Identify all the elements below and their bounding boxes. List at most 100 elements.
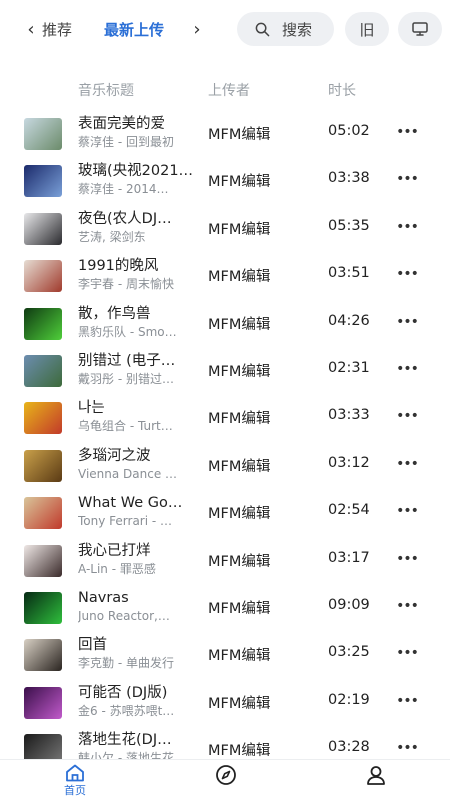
song-title: 表面完美的爱 [78, 116, 165, 132]
song-row[interactable]: 可能否 (DJ版) 金6 - 苏喂苏喂t… MFM编辑 02:19 ••• [0, 679, 450, 726]
album-cover [24, 165, 62, 198]
song-duration: 03:25 [328, 644, 370, 661]
album-cover [24, 402, 62, 435]
song-subtitle: Vienna Dance … [78, 466, 178, 481]
song-duration: 04:26 [328, 312, 370, 329]
search-button[interactable]: 搜索 [237, 12, 334, 46]
more-icon[interactable]: ••• [396, 406, 419, 426]
nav-home-label: 首页 [64, 784, 86, 797]
song-duration: 03:51 [328, 265, 370, 282]
song-title: Navras [78, 589, 129, 606]
search-icon [255, 22, 270, 36]
song-duration: 05:02 [328, 123, 370, 139]
song-row[interactable]: 夜色(农人DJ… 艺涛, 梁剑东 MFM编辑 05:35 ••• [0, 205, 450, 252]
song-uploader: MFM编辑 [208, 648, 271, 665]
column-header-duration: 时长 [328, 83, 356, 99]
nav-discover[interactable] [214, 764, 238, 786]
song-uploader: MFM编辑 [208, 600, 271, 617]
song-subtitle: 金6 - 苏喂苏喂t… [78, 703, 175, 718]
song-uploader: MFM编辑 [208, 743, 271, 760]
song-info: Navras Juno Reactor,… [78, 589, 196, 624]
song-subtitle: 李克勤 - 单曲发行 [78, 656, 174, 671]
column-header-title: 音乐标题 [78, 83, 134, 99]
more-icon[interactable]: ••• [396, 691, 419, 711]
compass-icon [216, 765, 236, 785]
song-row[interactable]: 回首 李克勤 - 单曲发行 MFM编辑 03:25 ••• [0, 631, 450, 678]
song-info: 别错过 (电子… 戴羽彤 - 别错过… [78, 352, 196, 387]
tv-button[interactable] [398, 12, 442, 46]
more-icon[interactable]: ••• [396, 549, 419, 569]
more-icon[interactable]: ••• [396, 359, 419, 379]
tab-recommend[interactable]: 推荐 [42, 19, 72, 40]
old-version-button[interactable]: 旧 [345, 12, 389, 46]
song-title: 散，作鸟兽 [78, 305, 151, 322]
more-icon[interactable]: ••• [396, 501, 419, 521]
nav-profile[interactable] [364, 764, 388, 786]
more-icon[interactable]: ••• [396, 738, 419, 758]
song-subtitle: 李宇春 - 周末愉快 [78, 277, 174, 292]
more-icon[interactable]: ••• [396, 596, 419, 616]
song-duration: 02:31 [328, 359, 370, 376]
song-row[interactable]: 散，作鸟兽黑豹乐队 - Smo… MFM编辑 04:26 ••• [0, 300, 450, 347]
song-row[interactable]: 1991的晚风 李宇春 - 周末愉快 MFM编辑 03:51 ••• [0, 252, 450, 299]
song-info: What We Go… Tony Ferrari - … [78, 494, 196, 529]
song-row[interactable]: 别错过 (电子… 戴羽彤 - 别错过… MFM编辑 02:31 ••• [0, 347, 450, 394]
album-cover [24, 544, 62, 577]
song-uploader: MFM编辑 [208, 221, 271, 238]
person-icon [367, 766, 385, 785]
song-subtitle: A-Lin - 罪恶感 [78, 561, 156, 576]
song-info: 可能否 (DJ版) 金6 - 苏喂苏喂t… [78, 684, 196, 719]
song-row[interactable]: 多瑙河之波 Vienna Dance … MFM编辑 03:12 ••• [0, 442, 450, 489]
home-icon [66, 764, 84, 782]
song-title: 나는 [78, 400, 105, 417]
song-title: What We Go… [78, 495, 183, 512]
song-title: 1991的晚风 [78, 258, 159, 275]
song-row[interactable]: 我心已打烊 A-Lin - 罪恶感 MFM编辑 03:17 ••• [0, 537, 450, 584]
song-row[interactable]: Navras Juno Reactor,… MFM编辑 09:09 ••• [0, 584, 450, 631]
more-icon[interactable]: ••• [396, 454, 419, 474]
bottom-nav: 首页 [0, 760, 450, 800]
song-title: 可能否 (DJ版) [78, 684, 168, 701]
song-uploader: MFM编辑 [208, 316, 271, 333]
song-subtitle: 乌龟组合 - Turt… [78, 419, 173, 434]
album-cover [24, 307, 62, 340]
chevron-left-icon[interactable]: ‹ [24, 14, 38, 44]
song-info: 我心已打烊 A-Lin - 罪恶感 [78, 542, 196, 577]
search-label: 搜索 [282, 20, 313, 39]
more-icon[interactable]: ••• [396, 643, 419, 663]
column-header-uploader: 上传者 [208, 83, 250, 99]
song-duration: 03:33 [328, 407, 370, 424]
more-icon[interactable]: ••• [396, 122, 419, 142]
album-cover [24, 118, 62, 150]
song-subtitle: Juno Reactor,… [78, 608, 170, 623]
more-icon[interactable]: ••• [396, 264, 419, 284]
song-title: 玻璃(央视2021… [78, 163, 194, 180]
song-info: 1991的晚风 李宇春 - 周末愉快 [78, 257, 196, 292]
album-cover [24, 591, 62, 624]
album-cover [24, 212, 62, 245]
nav-home[interactable]: 首页 [56, 764, 94, 798]
song-row[interactable]: What We Go… Tony Ferrari - … MFM编辑 02:54 ••• [0, 489, 450, 536]
song-subtitle: Tony Ferrari - … [78, 514, 173, 529]
song-row[interactable]: 表面完美的爱 蔡淳佳 - 回到最初 MFM编辑 05:02 ••• [0, 110, 450, 157]
song-uploader: MFM编辑 [208, 506, 271, 523]
song-row[interactable]: 玻璃(央视2021… 蔡淳佳 - 2014… MFM编辑 03:38 ••• [0, 157, 450, 204]
song-subtitle: 黑豹乐队 - Smo… [78, 324, 177, 339]
song-uploader: MFM编辑 [208, 458, 271, 475]
song-duration: 03:38 [328, 170, 370, 187]
more-icon[interactable]: ••• [396, 217, 419, 237]
song-duration: 03:17 [328, 549, 370, 566]
more-icon[interactable]: ••• [396, 312, 419, 332]
song-duration: 05:35 [328, 217, 370, 234]
song-info: 表面完美的爱 蔡淳佳 - 回到最初 [78, 115, 196, 150]
tab-latest-uploads[interactable]: 最新上传 [104, 19, 164, 40]
top-bar: ‹ 推荐 最新上传 › 搜索 旧 [0, 0, 450, 62]
song-duration: 03:12 [328, 454, 370, 471]
album-cover [24, 260, 62, 293]
song-row[interactable]: 나는 乌龟组合 - Turt… MFM编辑 03:33 ••• [0, 394, 450, 441]
song-uploader: MFM编辑 [208, 411, 271, 428]
more-icon[interactable]: ••• [396, 169, 419, 189]
song-info: 散，作鸟兽黑豹乐队 - Smo… [78, 305, 196, 340]
chevron-right-icon[interactable]: › [190, 14, 204, 44]
song-info: 나는 乌龟组合 - Turt… [78, 399, 196, 434]
